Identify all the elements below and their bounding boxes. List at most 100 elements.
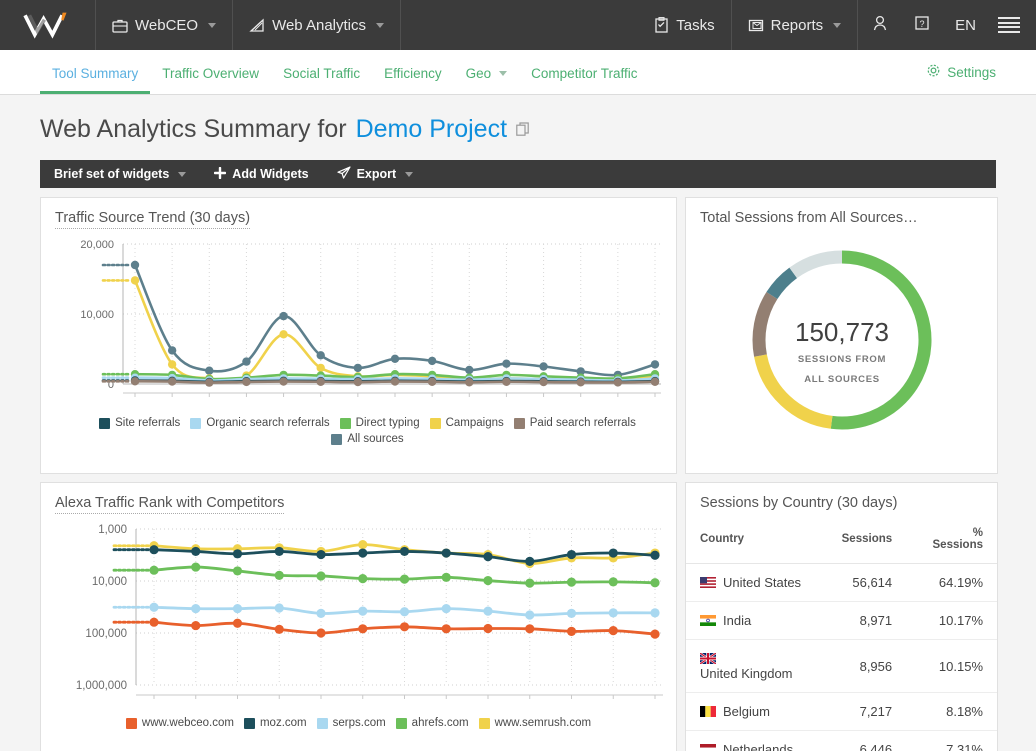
tab-social-traffic[interactable]: Social Traffic [271, 66, 372, 94]
table-row[interactable]: Belgium7,2178.18% [686, 693, 997, 731]
legend-item[interactable]: Site referrals [99, 417, 180, 429]
legend-item[interactable]: ahrefs.com [396, 717, 469, 729]
table-row[interactable]: India8,97110.17% [686, 602, 997, 640]
cell-country: Netherlands [686, 731, 828, 751]
be-flag [700, 705, 716, 716]
settings-label: Settings [947, 65, 996, 80]
legend-item[interactable]: Campaigns [430, 417, 504, 429]
legend-label: www.webceo.com [142, 717, 234, 729]
tab-label: Tool Summary [52, 66, 138, 81]
chevron-down-icon [499, 71, 507, 76]
cell-pct-sessions: 10.17% [906, 602, 997, 640]
legend-item[interactable]: All sources [331, 433, 403, 445]
page-title: Web Analytics Summary for Demo Project [40, 95, 996, 160]
svg-text:1,000: 1,000 [98, 524, 127, 536]
export-button[interactable]: Export [323, 166, 428, 182]
chevron-down-icon [833, 23, 841, 28]
chevron-down-icon [405, 172, 413, 177]
table-row[interactable]: United States56,61464.19% [686, 564, 997, 602]
svg-text:10,000: 10,000 [80, 309, 114, 321]
tab-geo[interactable]: Geo [454, 66, 520, 94]
cell-sessions: 8,956 [828, 640, 907, 693]
language-label: EN [955, 17, 976, 34]
widget-title-label: Alexa Traffic Rank with Competitors [55, 495, 284, 514]
svg-text:SESSIONS FROM: SESSIONS FROM [797, 354, 885, 365]
cell-pct-sessions: 7.31% [906, 731, 997, 751]
widget-set-label: Brief set of widgets [54, 167, 169, 181]
legend-label: moz.com [260, 717, 307, 729]
legend-swatch [331, 434, 342, 445]
tab-label: Geo [466, 66, 492, 81]
col-sessions: Sessions [828, 517, 907, 564]
nav-web-analytics[interactable]: Web Analytics [233, 0, 401, 50]
traffic-trend-legend: Site referrals Organic search referrals Di… [41, 417, 676, 457]
page-title-prefix: Web Analytics Summary for [40, 115, 347, 144]
legend-item[interactable]: serps.com [317, 717, 386, 729]
hamburger-icon[interactable] [988, 0, 1036, 50]
webceo-logo[interactable] [0, 0, 96, 50]
tab-competitor-traffic[interactable]: Competitor Traffic [519, 66, 649, 94]
analytics-icon [249, 18, 265, 33]
legend-label: Paid search referrals [530, 417, 636, 429]
legend-swatch [317, 718, 328, 729]
cell-country: United Kingdom [686, 640, 828, 693]
gear-icon [926, 63, 941, 81]
send-icon [337, 166, 351, 182]
cell-sessions: 56,614 [828, 564, 907, 602]
help-icon: ? [914, 15, 931, 36]
widget-title: Alexa Traffic Rank with Competitors [41, 483, 676, 517]
export-label: Export [357, 167, 397, 181]
widgets-grid: Traffic Source Trend (30 days) 010,00020… [40, 197, 996, 751]
legend-label: ahrefs.com [412, 717, 469, 729]
nav-webceo[interactable]: WebCEO [96, 0, 233, 50]
svg-text:ALL SOURCES: ALL SOURCES [804, 374, 880, 385]
tab-tool-summary[interactable]: Tool Summary [40, 66, 150, 94]
widget-sessions-by-country: Sessions by Country (30 days) Country Se… [685, 482, 998, 751]
cell-sessions: 6,446 [828, 731, 907, 751]
logo-icon [21, 10, 75, 40]
copy-icon[interactable] [516, 122, 530, 137]
widget-title: Sessions by Country (30 days) [686, 483, 997, 517]
help-button[interactable]: ? [902, 0, 943, 50]
widget-traffic-source-trend: Traffic Source Trend (30 days) 010,00020… [40, 197, 677, 474]
legend-swatch [514, 418, 525, 429]
widget-set-selector[interactable]: Brief set of widgets [52, 167, 200, 181]
alexa-legend: www.webceo.com moz.com serps.com ahrefs.com… [41, 717, 676, 741]
table-row[interactable]: Netherlands6,4467.31% [686, 731, 997, 751]
alexa-chart: 1,00010,000100,0001,000,000 [41, 517, 676, 717]
user-account-button[interactable] [858, 0, 902, 50]
nav-reports[interactable]: Reports [732, 0, 859, 50]
cell-sessions: 8,971 [828, 602, 907, 640]
settings-button[interactable]: Settings [926, 63, 996, 94]
svg-text:?: ? [920, 19, 925, 29]
legend-label: Site referrals [115, 417, 180, 429]
widget-title-label: Traffic Source Trend (30 days) [55, 210, 250, 229]
tab-traffic-overview[interactable]: Traffic Overview [150, 66, 271, 94]
country-table-head: Country Sessions % Sessions [686, 517, 997, 564]
legend-label: Direct typing [356, 417, 420, 429]
briefcase-icon [112, 18, 128, 33]
widgets-toolbar: Brief set of widgets Add Widgets Export [40, 160, 996, 188]
page-content: Web Analytics Summary for Demo Project B… [0, 95, 1036, 751]
nav-tasks[interactable]: Tasks [638, 0, 731, 50]
legend-item[interactable]: www.semrush.com [479, 717, 592, 729]
add-widgets-button[interactable]: Add Widgets [200, 167, 322, 182]
project-name-link[interactable]: Demo Project [356, 115, 507, 144]
legend-swatch [340, 418, 351, 429]
svg-text:20,000: 20,000 [80, 239, 114, 251]
legend-item[interactable]: Direct typing [340, 417, 420, 429]
country-name: United States [723, 575, 801, 590]
language-selector[interactable]: EN [943, 0, 988, 50]
tab-efficiency[interactable]: Efficiency [372, 66, 454, 94]
legend-item[interactable]: moz.com [244, 717, 307, 729]
table-row[interactable]: United Kingdom8,95610.15% [686, 640, 997, 693]
legend-item[interactable]: www.webceo.com [126, 717, 234, 729]
alexa-svg: 1,00010,000100,0001,000,000 [41, 517, 676, 717]
legend-item[interactable]: Paid search referrals [514, 417, 636, 429]
legend-item[interactable]: Organic search referrals [190, 417, 329, 429]
legend-swatch [479, 718, 490, 729]
legend-swatch [99, 418, 110, 429]
legend-swatch [430, 418, 441, 429]
chevron-down-icon [208, 23, 216, 28]
widget-title-label: Total Sessions from All Sources… [700, 210, 918, 226]
